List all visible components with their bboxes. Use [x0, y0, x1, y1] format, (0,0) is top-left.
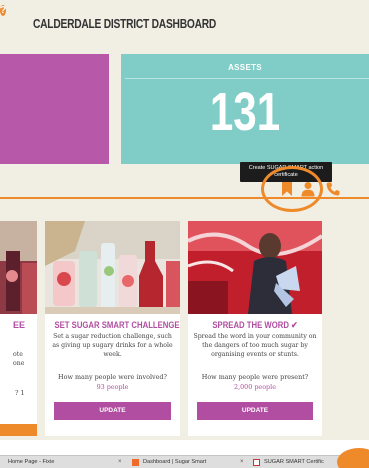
assets-divider	[125, 78, 369, 79]
phone-icon[interactable]	[325, 181, 341, 197]
browser-tab-bar: Home Page - Fixie × Dashboard | Sugar Sm…	[0, 448, 369, 468]
card-question: How many people were involved?	[58, 373, 167, 381]
card-description: ote one	[13, 351, 25, 367]
card-photo-drinks	[45, 221, 180, 314]
stat-tile-magenta	[0, 54, 109, 164]
action-card-spread-word: SPREAD THE WORD ✔ Spread the word in you…	[188, 221, 322, 436]
card-answer: 2,000 people	[234, 383, 276, 391]
help-icon[interactable]: ?	[0, 5, 7, 16]
card-update-button[interactable]	[0, 424, 37, 436]
browser-tab-dashboard[interactable]: Dashboard | Sugar Smart	[143, 457, 206, 468]
card-photo-cola	[188, 221, 322, 314]
update-button[interactable]: UPDATE	[54, 402, 171, 420]
card-question: ? 1	[15, 389, 25, 397]
action-card-challenges: SET SUGAR SMART CHALLENGES ✔ Set a sugar…	[45, 221, 180, 436]
card-answer: 93 people	[96, 383, 129, 391]
card-description: Spread the word in your community on the…	[193, 333, 317, 358]
assets-label: ASSETS	[228, 63, 262, 72]
browser-tab-home[interactable]: Home Page - Fixie	[8, 457, 54, 468]
card-title: SET SUGAR SMART CHALLENGES ✔	[54, 320, 180, 330]
tab-close-icon[interactable]: ×	[240, 457, 244, 468]
tab-close-icon[interactable]: ×	[118, 457, 122, 468]
dashboard-page: CALDERDALE DISTRICT DASHBOARD ASSETS 131…	[0, 0, 369, 440]
action-card-partial: EE ote one ? 1	[0, 221, 37, 436]
page-title: CALDERDALE DISTRICT DASHBOARD	[33, 17, 217, 31]
browser-tab-certificate[interactable]: SUGAR SMART Certific	[264, 457, 324, 468]
card-title: EE	[13, 320, 26, 330]
sugar-smart-favicon-icon	[132, 459, 139, 466]
card-question: How many people were present?	[201, 373, 309, 381]
card-title: SPREAD THE WORD ✔	[212, 320, 298, 330]
highlight-annotation-circle	[261, 166, 323, 212]
assets-value: 131	[209, 82, 281, 142]
orange-corner-decoration	[337, 448, 369, 468]
checkmark-icon: ✔	[291, 320, 298, 330]
update-button[interactable]: UPDATE	[197, 402, 313, 420]
pdf-document-icon	[253, 459, 260, 466]
card-description: Set a sugar reduction challenge, such as…	[52, 333, 173, 358]
card-photo	[0, 221, 37, 314]
assets-tile: ASSETS 131	[121, 54, 369, 164]
